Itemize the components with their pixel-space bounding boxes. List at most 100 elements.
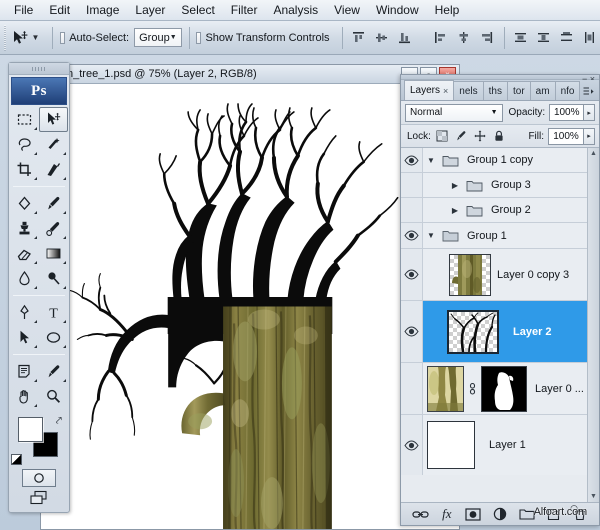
magic-wand-tool[interactable] bbox=[39, 132, 68, 157]
swap-colors-icon[interactable]: ⤤ bbox=[56, 415, 62, 428]
options-bar-grip[interactable] bbox=[4, 25, 6, 51]
layer-row[interactable]: Layer 0 ... bbox=[401, 363, 599, 415]
canvas-area[interactable] bbox=[41, 84, 459, 529]
layer-mask-thumbnail[interactable] bbox=[481, 366, 527, 412]
align-horizontal-centers-icon[interactable] bbox=[454, 28, 474, 48]
layer-visibility-toggle[interactable] bbox=[401, 363, 423, 414]
fill-input[interactable]: 100% bbox=[548, 128, 584, 145]
add-layer-mask-icon[interactable] bbox=[464, 505, 482, 523]
layers-list[interactable]: ▼ Group 1 copy ▶ Group 3 ▶ bbox=[401, 148, 599, 503]
opacity-input[interactable]: 100% bbox=[549, 104, 584, 121]
layer-visibility-toggle[interactable] bbox=[401, 198, 423, 222]
layer-thumbnail[interactable] bbox=[447, 310, 499, 354]
path-selection-tool[interactable] bbox=[10, 325, 39, 350]
menu-select[interactable]: Select bbox=[173, 1, 222, 20]
layer-thumbnail[interactable] bbox=[427, 366, 464, 412]
show-transform-controls-checkbox[interactable] bbox=[196, 32, 201, 44]
link-mask-icon[interactable] bbox=[466, 382, 478, 396]
pen-tool[interactable] bbox=[10, 300, 39, 325]
menu-analysis[interactable]: Analysis bbox=[265, 1, 326, 20]
layer-visibility-toggle[interactable] bbox=[401, 148, 423, 172]
new-adjustment-layer-icon[interactable] bbox=[491, 505, 509, 523]
ellipse-shape-tool[interactable] bbox=[39, 325, 68, 350]
foreground-color-swatch[interactable] bbox=[18, 417, 43, 442]
layer-visibility-toggle[interactable] bbox=[401, 249, 423, 300]
layer-row[interactable]: ▶ Group 2 bbox=[401, 198, 599, 223]
menu-layer[interactable]: Layer bbox=[127, 1, 173, 20]
lock-all-icon[interactable] bbox=[492, 129, 506, 143]
document-title-bar[interactable]: n_tree_1.psd @ 75% (Layer 2, RGB/8) – ▫ … bbox=[41, 65, 459, 84]
eraser-tool[interactable] bbox=[10, 241, 39, 266]
align-top-edges-icon[interactable] bbox=[349, 28, 369, 48]
default-colors-icon[interactable] bbox=[11, 454, 22, 465]
close-icon[interactable]: × bbox=[443, 86, 448, 96]
move-tool[interactable] bbox=[39, 107, 68, 132]
new-group-icon[interactable] bbox=[518, 505, 536, 523]
layer-visibility-toggle[interactable] bbox=[401, 173, 423, 197]
align-left-edges-icon[interactable] bbox=[431, 28, 451, 48]
hand-tool[interactable] bbox=[10, 384, 39, 409]
align-vertical-centers-icon[interactable] bbox=[372, 28, 392, 48]
lock-position-icon[interactable] bbox=[473, 129, 487, 143]
scroll-down-icon[interactable]: ▼ bbox=[590, 491, 597, 502]
tool-preset-chevron-icon[interactable]: ▼ bbox=[31, 33, 39, 42]
gradient-tool[interactable] bbox=[39, 241, 68, 266]
layer-thumbnail[interactable] bbox=[449, 254, 491, 296]
layer-row[interactable]: ▼ Group 1 copy bbox=[401, 148, 599, 173]
distribute-vertical-centers-icon[interactable] bbox=[534, 28, 554, 48]
toolbox-collapse-handle[interactable] bbox=[9, 63, 69, 75]
group-expand-toggle[interactable]: ▶ bbox=[447, 181, 463, 190]
layer-visibility-toggle[interactable] bbox=[401, 301, 423, 362]
dodge-tool[interactable] bbox=[39, 266, 68, 291]
fill-stepper[interactable]: ▸ bbox=[584, 128, 595, 145]
distribute-bottom-edges-icon[interactable] bbox=[557, 28, 577, 48]
screen-mode-button[interactable] bbox=[22, 488, 56, 508]
layer-row[interactable]: Layer 2 bbox=[401, 301, 599, 363]
menu-window[interactable]: Window bbox=[368, 1, 427, 20]
menu-image[interactable]: Image bbox=[78, 1, 127, 20]
menu-file[interactable]: File bbox=[6, 1, 41, 20]
layer-visibility-toggle[interactable] bbox=[401, 415, 423, 475]
blend-mode-dropdown[interactable]: Normal ▼ bbox=[405, 104, 503, 122]
link-layers-icon[interactable] bbox=[411, 505, 429, 523]
group-expand-toggle[interactable]: ▶ bbox=[447, 206, 463, 215]
crop-tool[interactable] bbox=[10, 157, 39, 182]
menu-help[interactable]: Help bbox=[427, 1, 468, 20]
healing-brush-tool[interactable] bbox=[10, 191, 39, 216]
notes-tool[interactable] bbox=[10, 359, 39, 384]
menu-filter[interactable]: Filter bbox=[223, 1, 266, 20]
tab-layers[interactable]: Layers × bbox=[404, 80, 454, 100]
type-tool[interactable]: T bbox=[39, 300, 68, 325]
menu-view[interactable]: View bbox=[326, 1, 368, 20]
align-right-edges-icon[interactable] bbox=[477, 28, 497, 48]
distribute-left-edges-icon[interactable] bbox=[580, 28, 600, 48]
opacity-stepper[interactable]: ▸ bbox=[584, 104, 595, 121]
auto-select-checkbox[interactable] bbox=[60, 32, 65, 44]
marquee-tool[interactable] bbox=[10, 107, 39, 132]
tab-info[interactable]: nfo bbox=[555, 81, 581, 100]
eyedropper-tool[interactable] bbox=[39, 359, 68, 384]
align-bottom-edges-icon[interactable] bbox=[395, 28, 415, 48]
scroll-up-icon[interactable]: ▲ bbox=[590, 148, 597, 159]
panel-menu-icon[interactable] bbox=[581, 84, 596, 98]
new-layer-icon[interactable] bbox=[544, 505, 562, 523]
layer-row[interactable]: ▼ Group 1 bbox=[401, 223, 599, 249]
layer-row[interactable]: Layer 1 bbox=[401, 415, 599, 475]
lock-transparent-pixels-icon[interactable] bbox=[435, 129, 449, 143]
lock-image-pixels-icon[interactable] bbox=[454, 129, 468, 143]
menu-edit[interactable]: Edit bbox=[41, 1, 78, 20]
add-layer-style-icon[interactable]: fx bbox=[438, 505, 456, 523]
layer-row[interactable]: Layer 0 copy 3 bbox=[401, 249, 599, 301]
tab-paths[interactable]: ths bbox=[483, 81, 508, 100]
zoom-tool[interactable] bbox=[39, 384, 68, 409]
auto-select-dropdown[interactable]: Group ▼ bbox=[134, 28, 182, 47]
brush-tool[interactable] bbox=[39, 191, 68, 216]
group-expand-toggle[interactable]: ▼ bbox=[423, 156, 439, 165]
blur-tool[interactable] bbox=[10, 266, 39, 291]
layer-visibility-toggle[interactable] bbox=[401, 223, 423, 248]
quick-mask-mode-button[interactable] bbox=[22, 469, 56, 487]
layer-row[interactable]: ▶ Group 3 bbox=[401, 173, 599, 198]
tab-history[interactable]: tor bbox=[507, 81, 531, 100]
layer-thumbnail[interactable] bbox=[427, 421, 475, 469]
distribute-top-edges-icon[interactable] bbox=[511, 28, 531, 48]
